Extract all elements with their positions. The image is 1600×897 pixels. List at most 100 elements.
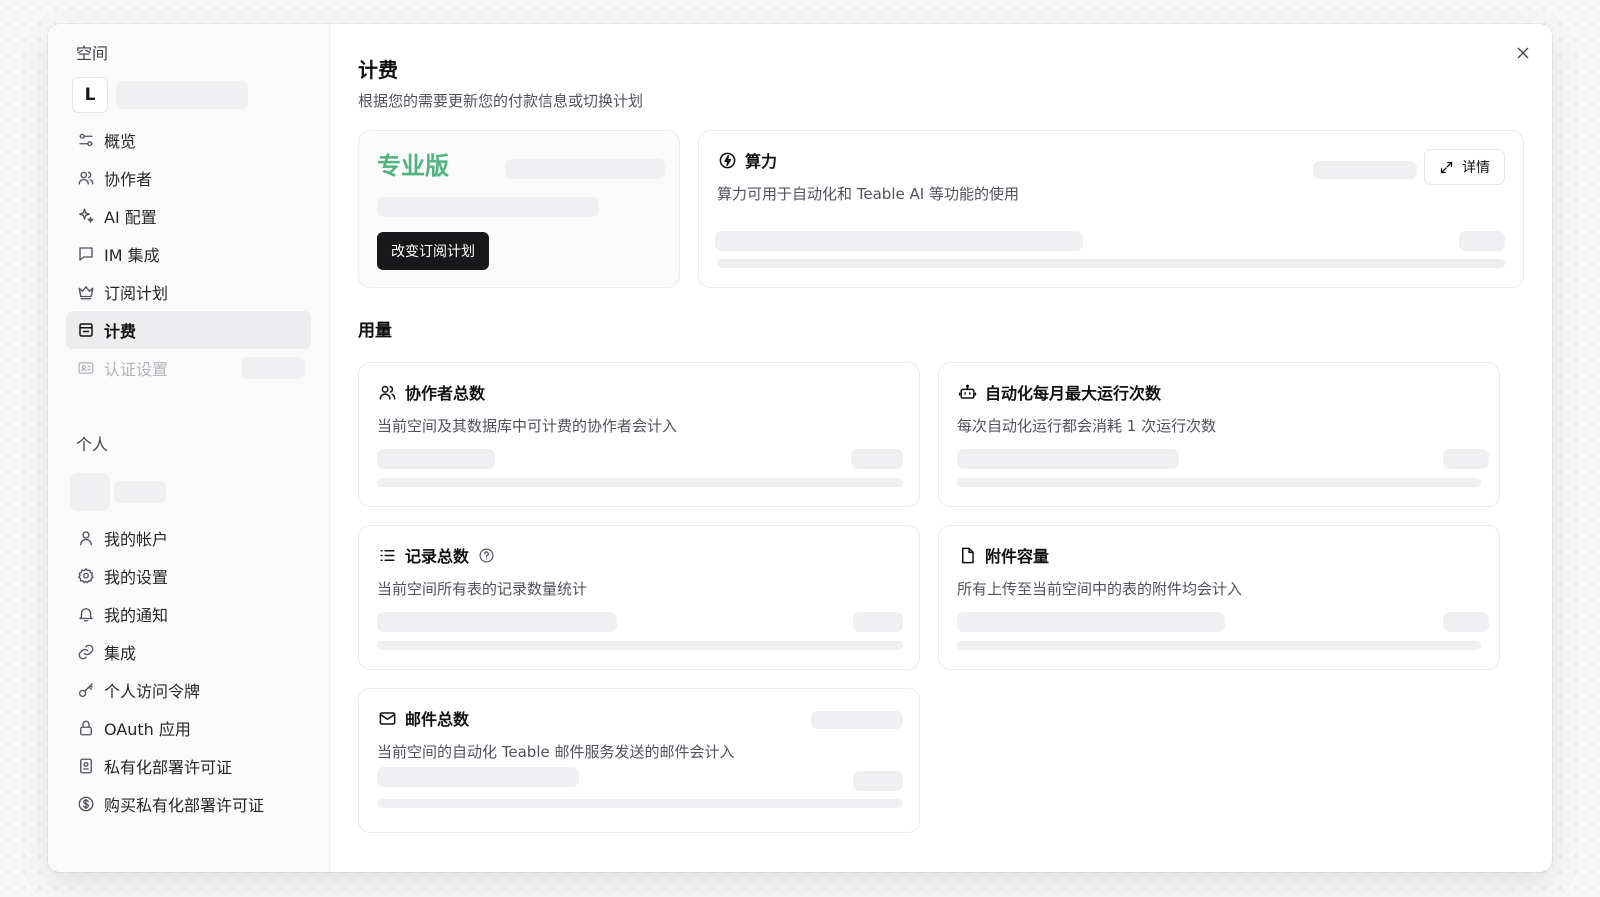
- mail-icon: [377, 708, 397, 728]
- compute-balance-skeleton: [1313, 161, 1417, 179]
- user-icon: [76, 528, 96, 548]
- usage-card-header: 自动化每月最大运行次数: [957, 381, 1481, 403]
- lock-icon: [76, 718, 96, 738]
- usage-card-attachments: 附件容量 所有上传至当前空间中的表的附件均会计入: [938, 525, 1500, 670]
- usage-progress-track: [377, 799, 903, 808]
- users-icon: [377, 382, 397, 402]
- sidebar-item-label: 订阅计划: [104, 284, 169, 303]
- link-icon: [76, 642, 96, 662]
- plan-info-skeleton: [505, 159, 665, 179]
- plan-detail-skeleton: [377, 197, 599, 217]
- help-icon[interactable]: [477, 546, 495, 564]
- usage-count-skeleton: [957, 449, 1179, 469]
- users-icon: [76, 168, 96, 188]
- usage-limit-skeleton: [1443, 449, 1489, 469]
- usage-limit-skeleton: [853, 771, 903, 791]
- gear-icon: [76, 566, 96, 586]
- usage-card-records: 记录总数 当前空间所有表的记录数量统计: [358, 525, 920, 670]
- usage-count-skeleton: [377, 449, 495, 469]
- sidebar-item-label: 集成: [104, 644, 137, 663]
- usage-count-skeleton: [377, 767, 579, 787]
- sidebar-item-subscription[interactable]: 订阅计划: [66, 273, 311, 311]
- sidebar-item-my-account[interactable]: 我的帐户: [66, 519, 311, 557]
- usage-grid: 协作者总数 当前空间及其数据库中可计费的协作者会计入 自动化每月最大运行次数 每…: [358, 362, 1524, 833]
- billing-top-row: 专业版 改变订阅计划 算力 算力可用于自动化和 Teable AI 等功能的使用…: [358, 130, 1524, 288]
- list-icon: [377, 545, 397, 565]
- sidebar-item-label: 个人访问令牌: [104, 682, 201, 701]
- billing-panel: 计费 根据您的需要更新您的付款信息或切换计划 专业版 改变订阅计划 算力 算力可…: [330, 24, 1552, 872]
- usage-count-skeleton: [957, 612, 1225, 632]
- space-selector[interactable]: L: [66, 76, 311, 114]
- usage-card-header: 附件容量: [957, 544, 1481, 566]
- expand-icon: [1440, 161, 1453, 173]
- bell-icon: [76, 604, 96, 624]
- sidebar-item-label: AI 配置: [104, 208, 157, 227]
- file-icon: [957, 545, 977, 565]
- user-name-skeleton: [114, 481, 166, 503]
- crown-icon: [76, 282, 96, 302]
- compute-card: 算力 算力可用于自动化和 Teable AI 等功能的使用 详情: [698, 130, 1524, 288]
- message-icon: [76, 244, 96, 264]
- settings-sidebar: 空间 L 概览 协作者 AI 配置 IM 集成 订阅计划 计费 认证设置 个人 …: [48, 24, 330, 872]
- sparkles-icon: [76, 206, 96, 226]
- sidebar-item-ai-config[interactable]: AI 配置: [66, 197, 311, 235]
- sidebar-item-buy-license[interactable]: 购买私有化部署许可证: [66, 785, 311, 823]
- usage-section-title: 用量: [358, 321, 392, 341]
- usage-card-header: 协作者总数: [377, 381, 901, 403]
- id-card-icon: [76, 358, 96, 378]
- sidebar-item-label: 私有化部署许可证: [104, 758, 233, 777]
- sidebar-item-integrations[interactable]: 集成: [66, 633, 311, 671]
- compute-value-skeleton: [1459, 231, 1505, 251]
- bot-icon: [957, 382, 977, 402]
- sidebar-item-label: 概览: [104, 132, 137, 151]
- change-plan-button[interactable]: 改变订阅计划: [377, 232, 489, 270]
- usage-card-description: 所有上传至当前空间中的表的附件均会计入: [957, 580, 1243, 598]
- auth-badge-skeleton: [241, 357, 305, 379]
- usage-card-emails: 邮件总数 当前空间的自动化 Teable 邮件服务发送的邮件会计入: [358, 688, 920, 833]
- usage-card-title: 自动化每月最大运行次数: [985, 384, 1162, 403]
- page-subtitle: 根据您的需要更新您的付款信息或切换计划: [358, 92, 644, 110]
- settings-dialog: 空间 L 概览 协作者 AI 配置 IM 集成 订阅计划 计费 认证设置 个人 …: [48, 24, 1552, 872]
- compute-usage-skeleton: [715, 231, 1083, 251]
- close-button[interactable]: [1512, 42, 1534, 64]
- sidebar-item-label: IM 集成: [104, 246, 160, 265]
- sliders-icon: [76, 130, 96, 150]
- usage-count-skeleton: [377, 612, 617, 632]
- sidebar-item-collaborators[interactable]: 协作者: [66, 159, 311, 197]
- usage-card-description: 当前空间的自动化 Teable 邮件服务发送的邮件会计入: [377, 743, 735, 761]
- space-section-title: 空间: [76, 44, 109, 63]
- usage-card-description: 每次自动化运行都会消耗 1 次运行次数: [957, 417, 1217, 435]
- usage-header-skeleton: [811, 711, 903, 729]
- personal-nav: 我的帐户 我的设置 我的通知 集成 个人访问令牌 OAuth 应用 私有化部署许…: [66, 519, 311, 823]
- sidebar-item-my-settings[interactable]: 我的设置: [66, 557, 311, 595]
- sidebar-item-access-tokens[interactable]: 个人访问令牌: [66, 671, 311, 709]
- usage-progress-track: [377, 478, 903, 487]
- usage-card-header: 记录总数: [377, 544, 901, 566]
- sidebar-item-billing[interactable]: 计费: [66, 311, 311, 349]
- sidebar-item-label: OAuth 应用: [104, 720, 191, 739]
- sidebar-item-label: 我的设置: [104, 568, 169, 587]
- sidebar-item-license[interactable]: 私有化部署许可证: [66, 747, 311, 785]
- sidebar-item-my-notifications[interactable]: 我的通知: [66, 595, 311, 633]
- sidebar-item-auth-settings[interactable]: 认证设置: [66, 349, 311, 387]
- space-name-skeleton: [116, 81, 248, 109]
- user-profile: [66, 471, 311, 511]
- usage-card-description: 当前空间所有表的记录数量统计: [377, 580, 588, 598]
- detail-button-label: 详情: [1462, 160, 1490, 176]
- usage-limit-skeleton: [851, 449, 903, 469]
- plan-card: 专业版 改变订阅计划: [358, 130, 680, 288]
- sidebar-item-im-integration[interactable]: IM 集成: [66, 235, 311, 273]
- usage-progress-track: [957, 641, 1481, 650]
- sidebar-item-overview[interactable]: 概览: [66, 121, 311, 159]
- usage-card-title: 附件容量: [985, 547, 1050, 566]
- usage-card-title: 邮件总数: [405, 710, 470, 729]
- sidebar-item-oauth-apps[interactable]: OAuth 应用: [66, 709, 311, 747]
- space-nav: 概览 协作者 AI 配置 IM 集成 订阅计划 计费 认证设置: [66, 121, 311, 387]
- sidebar-item-label: 我的通知: [104, 606, 169, 625]
- usage-limit-skeleton: [853, 612, 903, 632]
- usage-progress-track: [377, 641, 903, 650]
- space-avatar: L: [72, 77, 108, 113]
- compute-detail-button[interactable]: 详情: [1424, 149, 1505, 185]
- key-icon: [76, 680, 96, 700]
- sidebar-item-label: 我的帐户: [104, 530, 169, 549]
